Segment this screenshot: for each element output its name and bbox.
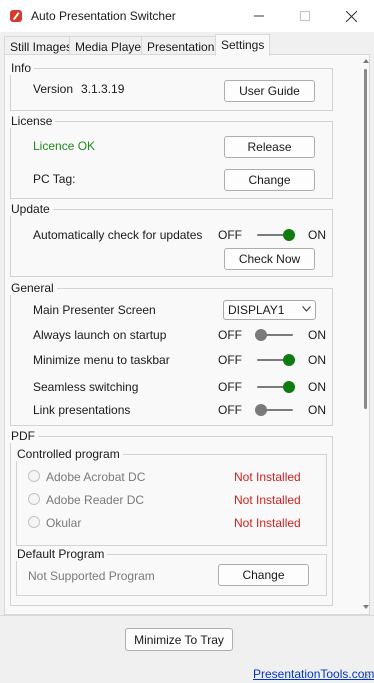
seamless-switching-toggle[interactable]: [255, 381, 295, 393]
presentationtools-link[interactable]: PresentationTools.com: [253, 667, 374, 681]
pdf-group: PDF Controlled program Adobe Acrobat DC …: [10, 429, 333, 606]
tab-label: Presentations: [147, 40, 221, 54]
toggle-off-text: OFF: [218, 228, 242, 242]
license-group-title: License: [10, 114, 56, 128]
general-group: General Main Presenter Screen DISPLAY1 A…: [10, 281, 333, 426]
minimize-icon: [254, 15, 264, 17]
link-presentations-label: Link presentations: [33, 403, 131, 417]
release-button[interactable]: Release: [224, 136, 315, 158]
scroll-up-icon[interactable]: [362, 57, 370, 65]
tab-still-images[interactable]: Still Images: [4, 36, 73, 55]
footer-divider: [0, 615, 374, 616]
licence-status: Licence OK: [33, 139, 96, 153]
update-group: Update Automatically check for updates O…: [10, 202, 333, 277]
okular-label: Okular: [46, 516, 82, 530]
minimize-to-taskbar-label: Minimize menu to taskbar: [33, 353, 170, 367]
default-program-group: Default Program Not Supported Program Ch…: [16, 547, 327, 596]
main-presenter-screen-select[interactable]: DISPLAY1: [223, 300, 316, 320]
pdf-group-title: PDF: [10, 429, 38, 443]
toggle-on-text: ON: [308, 403, 326, 417]
info-group: Info Version 3.1.3.19 User Guide: [10, 61, 333, 111]
tab-label: Still Images: [10, 40, 73, 54]
link-presentations-toggle[interactable]: [255, 404, 295, 416]
adobe-reader-dc-radio[interactable]: [28, 493, 40, 505]
window-title: Auto Presentation Switcher: [31, 9, 176, 23]
minimize-to-tray-button[interactable]: Minimize To Tray: [125, 628, 233, 651]
general-group-title: General: [10, 281, 57, 295]
maximize-window-button[interactable]: [282, 0, 328, 32]
minimize-to-taskbar-toggle[interactable]: [255, 354, 295, 366]
main-presenter-screen-value: DISPLAY1: [228, 303, 285, 317]
adobe-acrobat-dc-status: Not Installed: [234, 470, 301, 484]
tab-media-player[interactable]: Media Player: [69, 36, 146, 55]
maximize-icon: [300, 11, 310, 21]
app-logo-icon: [10, 10, 22, 22]
adobe-acrobat-dc-radio[interactable]: [28, 470, 40, 482]
scroll-down-icon[interactable]: [362, 603, 370, 611]
toggle-on-text: ON: [308, 228, 326, 242]
settings-scrollbar[interactable]: [362, 55, 370, 614]
tab-presentations[interactable]: Presentations: [141, 36, 220, 55]
tab-label: Settings: [221, 38, 265, 52]
info-group-title: Info: [10, 61, 35, 75]
toggle-on-text: ON: [308, 328, 326, 342]
chevron-down-icon: [302, 306, 311, 312]
license-group: License Licence OK Release PC Tag: Chang…: [10, 114, 333, 199]
scrollbar-thumb[interactable]: [364, 69, 367, 409]
adobe-acrobat-dc-label: Adobe Acrobat DC: [46, 470, 146, 484]
pc-tag-change-button[interactable]: Change: [224, 169, 315, 191]
main-presenter-screen-label: Main Presenter Screen: [33, 303, 156, 317]
toggle-on-text: ON: [308, 353, 326, 367]
update-group-title: Update: [10, 202, 53, 216]
version-label: Version: [33, 82, 74, 96]
okular-status: Not Installed: [234, 516, 301, 530]
default-program-change-button[interactable]: Change: [218, 564, 309, 586]
toggle-on-text: ON: [308, 380, 326, 394]
tab-strip: Still Images Media Player Presentations …: [4, 34, 370, 56]
toggle-off-text: OFF: [218, 353, 242, 367]
okular-radio[interactable]: [28, 516, 40, 528]
toggle-off-text: OFF: [218, 380, 242, 394]
controlled-program-group: Controlled program Adobe Acrobat DC Not …: [16, 447, 327, 546]
version-value: 3.1.3.19: [81, 82, 125, 96]
tab-label: Media Player: [75, 40, 146, 54]
seamless-switching-label: Seamless switching: [33, 380, 139, 394]
settings-panel: Info Version 3.1.3.19 User Guide License…: [4, 55, 370, 615]
auto-check-updates-label: Automatically check for updates: [33, 228, 203, 242]
controlled-program-title: Controlled program: [16, 447, 123, 461]
user-guide-button[interactable]: User Guide: [224, 80, 315, 102]
toggle-off-text: OFF: [218, 403, 242, 417]
resize-grip-icon[interactable]: [362, 670, 372, 680]
tab-settings[interactable]: Settings: [215, 34, 270, 56]
launch-on-startup-label: Always launch on startup: [33, 328, 167, 342]
minimize-window-button[interactable]: [236, 0, 282, 32]
auto-check-updates-toggle[interactable]: [255, 229, 295, 241]
title-bar: Auto Presentation Switcher: [0, 0, 374, 32]
pc-tag-label: PC Tag:: [33, 172, 76, 186]
close-icon: [345, 10, 357, 22]
launch-on-startup-toggle[interactable]: [255, 329, 295, 341]
toggle-off-text: OFF: [218, 328, 242, 342]
adobe-reader-dc-label: Adobe Reader DC: [46, 493, 145, 507]
close-window-button[interactable]: [328, 0, 374, 32]
default-program-value: Not Supported Program: [28, 569, 155, 583]
adobe-reader-dc-status: Not Installed: [234, 493, 301, 507]
default-program-title: Default Program: [16, 547, 108, 561]
check-now-button[interactable]: Check Now: [224, 248, 315, 270]
